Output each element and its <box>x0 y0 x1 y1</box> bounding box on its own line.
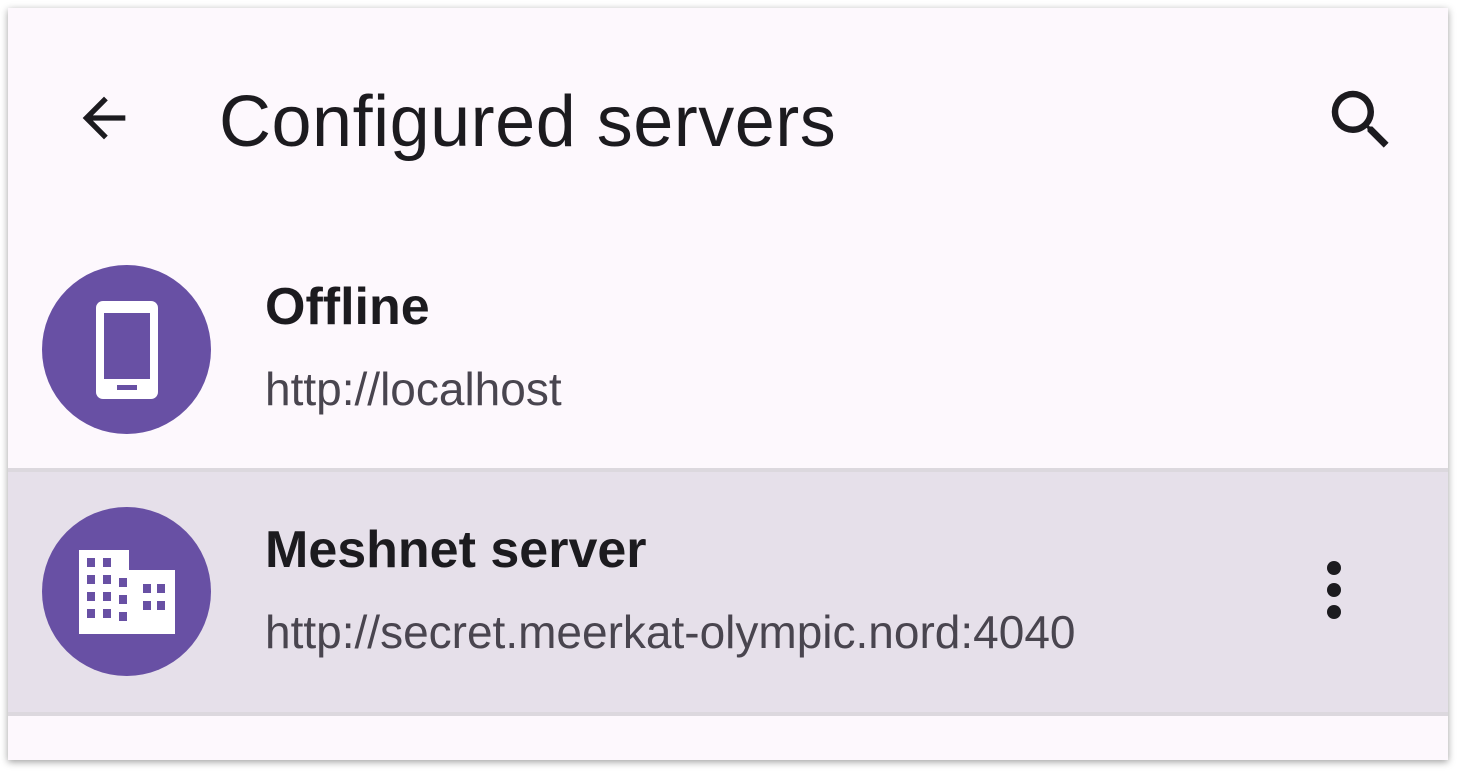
server-list: Offline http://localhost Meshnet server … <box>8 232 1448 716</box>
search-button[interactable] <box>1321 80 1401 160</box>
server-item-offline[interactable]: Offline http://localhost <box>8 232 1448 468</box>
app-window: Configured servers Offline http://localh… <box>8 8 1448 760</box>
server-avatar <box>42 507 211 676</box>
more-vert-icon <box>1327 561 1341 619</box>
server-avatar <box>42 265 211 434</box>
search-icon <box>1331 90 1389 148</box>
back-button[interactable] <box>64 78 144 158</box>
list-divider <box>8 712 1448 716</box>
server-url: http://localhost <box>265 363 562 415</box>
building-icon <box>78 549 175 634</box>
server-item-meshnet[interactable]: Meshnet server http://secret.meerkat-oly… <box>8 472 1448 712</box>
page-title: Configured servers <box>219 82 837 162</box>
server-url: http://secret.meerkat-olympic.nord:4040 <box>265 606 1076 658</box>
more-options-button[interactable] <box>1294 548 1374 632</box>
server-name: Meshnet server <box>265 521 647 579</box>
arrow-back-icon <box>82 96 126 140</box>
top-app-bar: Configured servers <box>8 8 1448 232</box>
server-name: Offline <box>265 278 430 336</box>
smartphone-icon <box>95 300 158 399</box>
